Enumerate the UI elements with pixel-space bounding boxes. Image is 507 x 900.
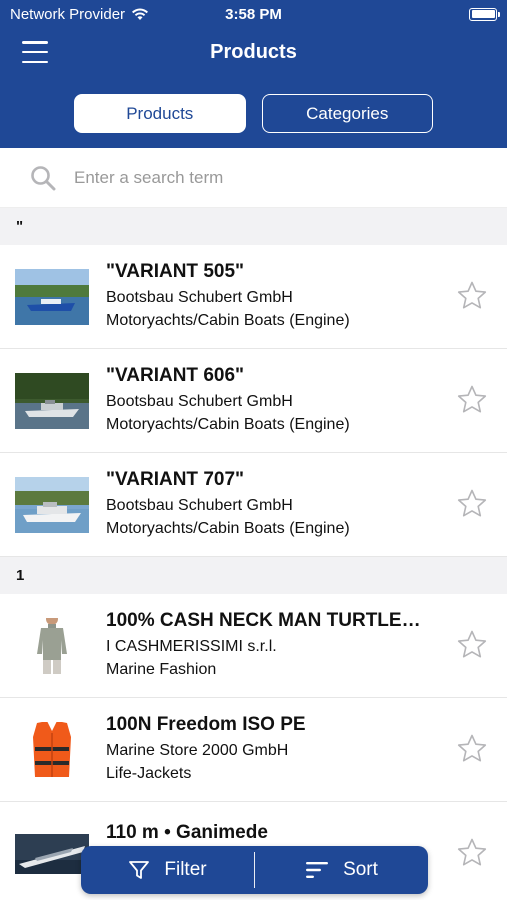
section-header: 1 [0, 557, 507, 594]
product-company: Bootsbau Schubert GmbH [106, 497, 293, 514]
list-item[interactable]: 100% CASH NECK MAN TURTLENECK I CASHMERI… [0, 594, 507, 698]
list-item[interactable]: "VARIANT 505" Bootsbau Schubert GmbH Mot… [0, 245, 507, 349]
product-name: 100% CASH NECK MAN TURTLENECK [106, 610, 426, 631]
tab-categories[interactable]: Categories [261, 94, 433, 133]
product-category: Motoryachts/Cabin Boats (Engine) [106, 312, 350, 329]
star-icon[interactable] [456, 837, 488, 869]
page-title: Products [210, 40, 297, 63]
list-item[interactable]: 100N Freedom ISO PE Marine Store 2000 Gm… [0, 698, 507, 802]
life-jacket-icon [15, 721, 89, 778]
product-name: "VARIANT 505" [106, 261, 245, 282]
star-icon[interactable] [456, 488, 488, 520]
tab-products[interactable]: Products [74, 94, 246, 133]
product-company: I CASHMERISSIMI s.r.l. [106, 638, 277, 655]
sort-icon [306, 862, 329, 878]
star-icon[interactable] [456, 733, 488, 765]
product-name: "VARIANT 707" [106, 469, 245, 490]
nav-bar: Products [0, 28, 507, 76]
product-category: Marine Fashion [106, 661, 217, 678]
status-bar: Network Provider 3:58 PM [0, 0, 507, 28]
product-category: Motoryachts/Cabin Boats (Engine) [106, 520, 350, 537]
divider [254, 852, 255, 888]
boat-icon [15, 268, 89, 325]
segmented-control: Products Categories [0, 94, 507, 133]
filter-button[interactable]: Filter [81, 846, 254, 894]
product-company: Bootsbau Schubert GmbH [106, 393, 293, 410]
sort-label: Sort [343, 859, 378, 880]
sweater-icon [15, 617, 89, 674]
boat-icon [15, 476, 89, 533]
filter-label: Filter [164, 859, 207, 880]
star-icon[interactable] [456, 280, 488, 312]
search-icon [31, 165, 56, 190]
boat-icon [15, 372, 89, 429]
filter-icon [129, 861, 150, 879]
battery-icon [469, 7, 500, 21]
product-name: 110 m • Ganimede [106, 822, 268, 843]
search-bar [0, 148, 507, 208]
product-category: Motoryachts/Cabin Boats (Engine) [106, 416, 350, 433]
menu-icon[interactable] [22, 41, 48, 63]
superyacht-icon [15, 834, 89, 874]
product-category: Life-Jackets [106, 765, 192, 782]
list-item[interactable]: "VARIANT 606" Bootsbau Schubert GmbH Mot… [0, 349, 507, 453]
product-company: Bootsbau Schubert GmbH [106, 289, 293, 306]
list-item[interactable]: "VARIANT 707" Bootsbau Schubert GmbH Mot… [0, 453, 507, 557]
sort-button[interactable]: Sort [255, 846, 428, 894]
product-company: Marine Store 2000 GmbH [106, 742, 289, 759]
product-name: "VARIANT 606" [106, 365, 245, 386]
star-icon[interactable] [456, 629, 488, 661]
filter-sort-bar: Filter Sort [81, 846, 428, 894]
product-name: 100N Freedom ISO PE [106, 714, 306, 735]
search-input[interactable] [74, 167, 454, 188]
section-header: " [0, 208, 507, 245]
app-header: Network Provider 3:58 PM Products Produc… [0, 0, 507, 148]
carrier-label: Network Provider [10, 5, 126, 23]
star-icon[interactable] [456, 384, 488, 416]
wifi-icon [132, 8, 149, 20]
